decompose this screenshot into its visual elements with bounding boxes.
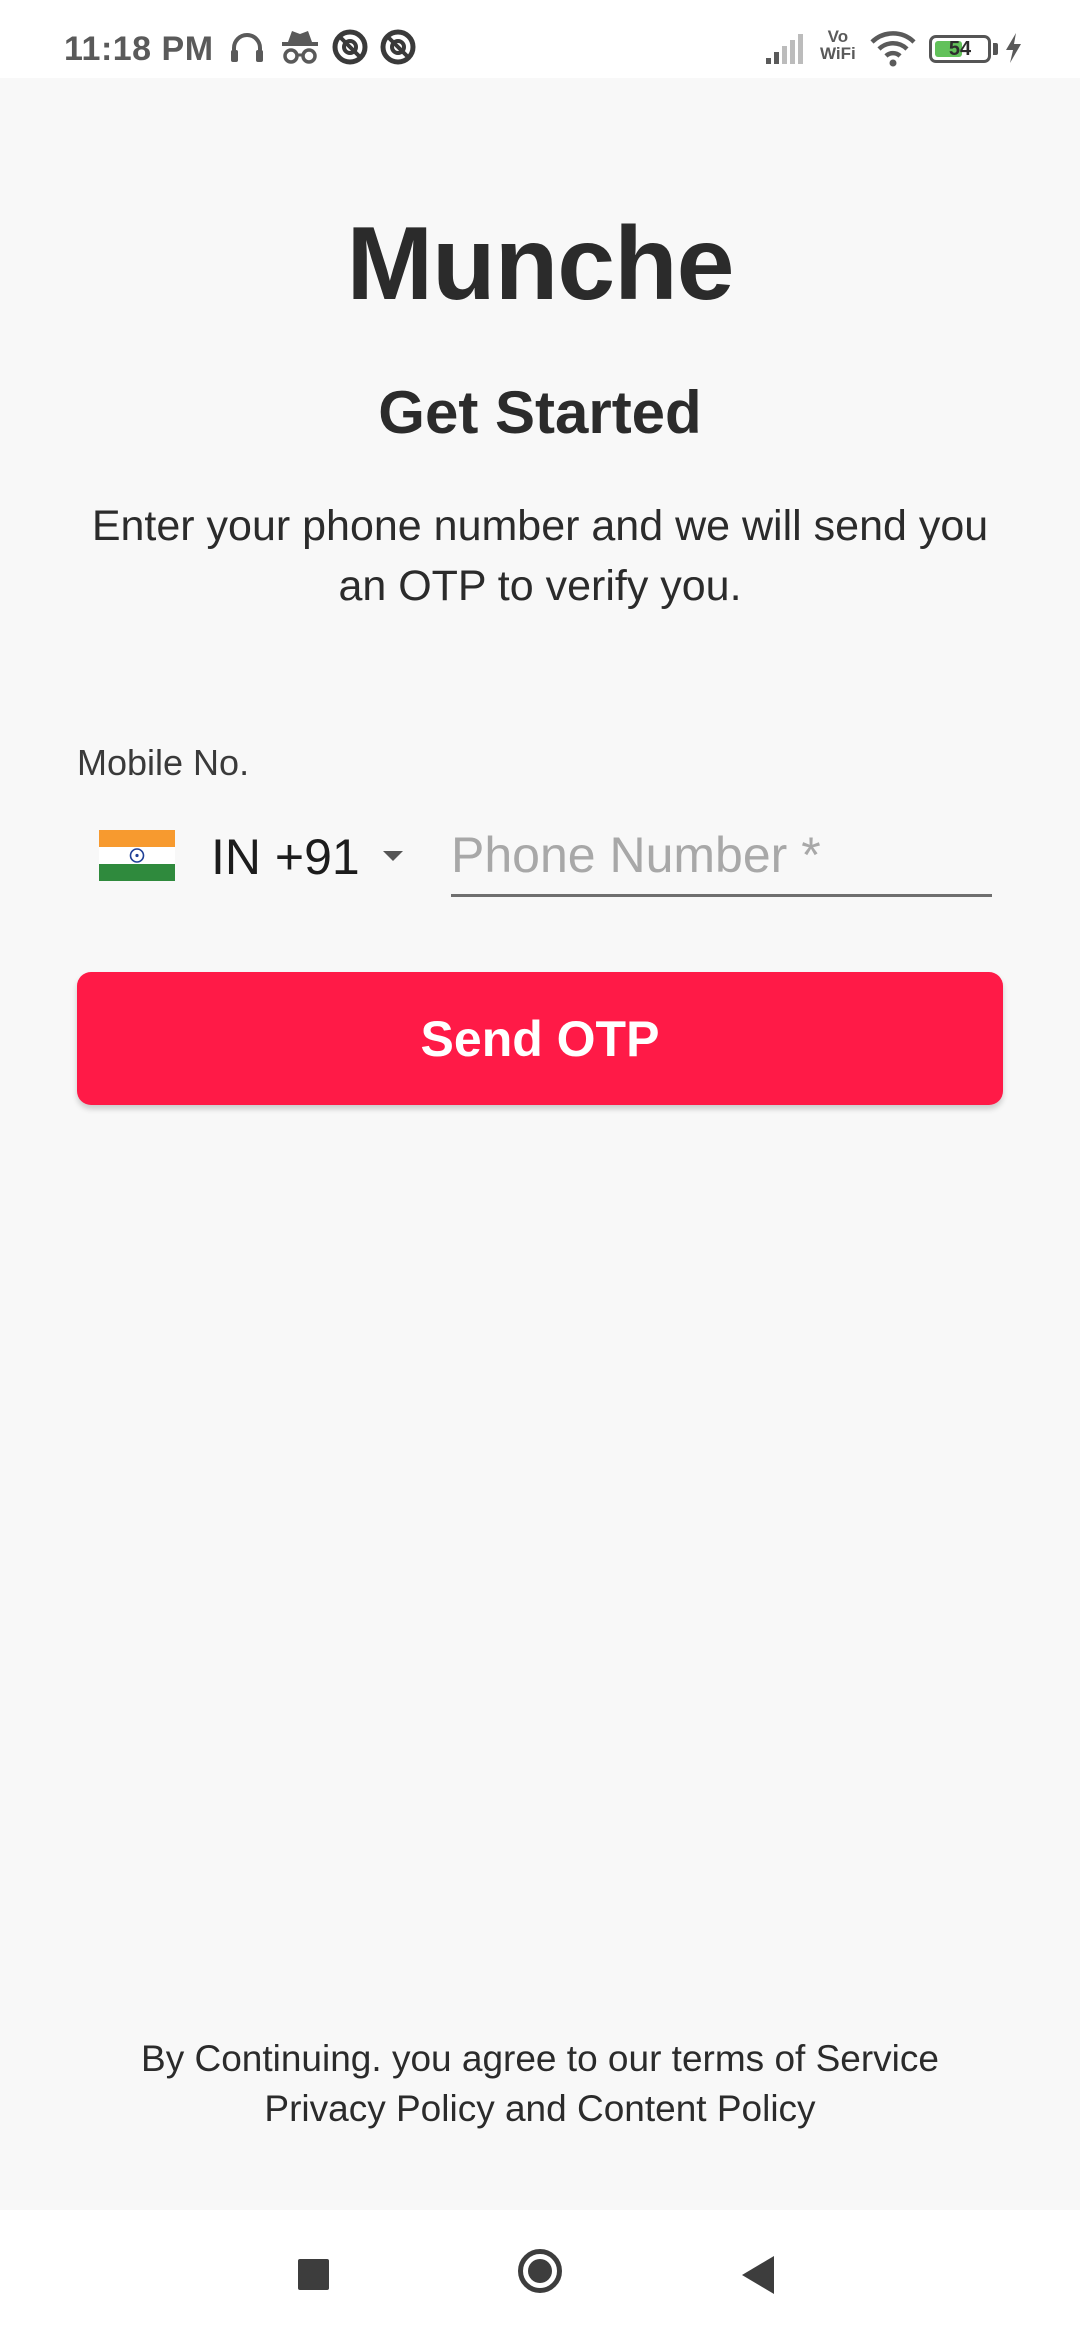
country-code-label: IN +91: [211, 829, 360, 885]
home-button[interactable]: [483, 2210, 603, 2340]
blocked-app-icon: [379, 28, 417, 71]
blocked-app-icon: [331, 28, 369, 71]
dropdown-caret-icon: [383, 851, 403, 861]
recents-button[interactable]: [256, 2210, 376, 2340]
signal-icon: [764, 32, 806, 71]
status-time: 11:18 PM: [64, 30, 214, 68]
back-triangle-icon: [742, 2256, 774, 2294]
india-flag-icon: [99, 830, 175, 881]
battery-icon: 54: [929, 35, 991, 63]
screen: 11:18 PM Vo WiFi 54 Munche Get Started E…: [0, 0, 1080, 2340]
vowifi-line-2: WiFi: [820, 44, 856, 63]
navigation-bar: [0, 2210, 1080, 2340]
terms-line-1: By Continuing. you agree to our terms of…: [141, 2038, 939, 2079]
terms-line-2: Privacy Policy and Content Policy: [264, 2088, 816, 2129]
home-circle-icon: [518, 2249, 562, 2293]
incognito-icon: [280, 28, 320, 71]
charging-icon: [1003, 32, 1023, 69]
send-otp-button[interactable]: Send OTP: [77, 972, 1003, 1105]
mobile-number-label: Mobile No.: [77, 742, 250, 783]
battery-level: 54: [948, 38, 972, 60]
status-bar: 11:18 PM Vo WiFi 54: [0, 0, 1080, 78]
back-button[interactable]: [700, 2210, 820, 2340]
phone-number-input[interactable]: [451, 816, 992, 897]
page-heading: Get Started: [378, 379, 702, 446]
recents-square-icon: [298, 2259, 329, 2290]
vowifi-icon: Vo WiFi: [820, 28, 856, 62]
country-code-picker[interactable]: IN +91: [99, 820, 409, 894]
app-title: Munche: [346, 206, 735, 322]
terms-text: By Continuing. you agree to our terms of…: [60, 2034, 1020, 2134]
headphones-icon: [228, 28, 266, 71]
instructions-text: Enter your phone number and we will send…: [91, 502, 989, 610]
vowifi-line-1: Vo: [827, 27, 849, 46]
wifi-icon: [870, 30, 916, 73]
battery-nub: [993, 43, 998, 55]
home-dot-icon: [528, 2259, 552, 2283]
